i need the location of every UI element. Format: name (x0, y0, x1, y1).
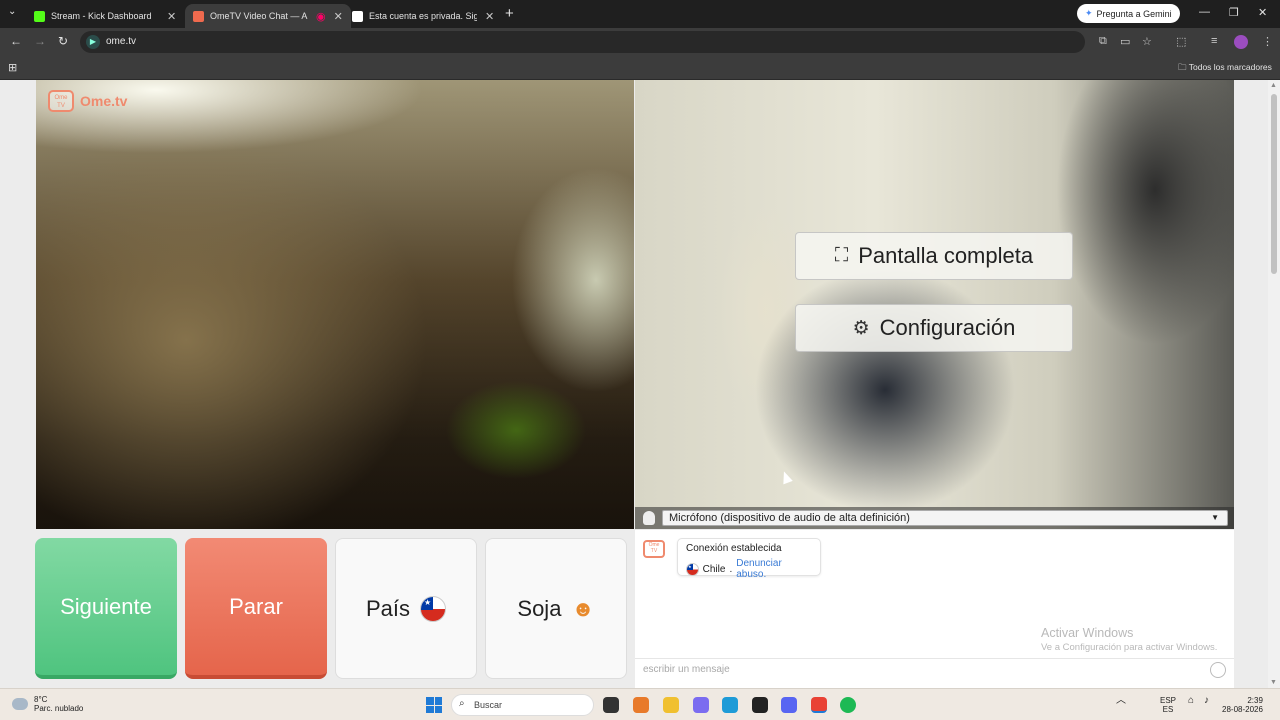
forward-icon[interactable]: → (34, 34, 46, 48)
tab-private-account[interactable]: Esta cuenta es privada. Sigue a ✕ (344, 4, 502, 28)
copilot-icon[interactable] (693, 697, 709, 713)
chevron-down-icon: ▼ (1211, 513, 1219, 522)
profile-avatar[interactable] (1234, 35, 1248, 49)
tab-title: OmeTV Video Chat — Alter (210, 11, 308, 21)
scroll-up-icon[interactable]: ▲ (1270, 82, 1277, 89)
ometv-chat-logo-icon: Ome TV (643, 540, 665, 558)
browser-toolbar: ← → ↻ ▶ ome.tv ⧉ ▭ ☆ ⬚ ≡ ⋮ (0, 28, 1280, 56)
taskbar-search[interactable]: ⌕ Buscar (451, 694, 594, 716)
scrollbar-thumb[interactable] (1271, 94, 1277, 274)
extensions-icon[interactable]: ⬚ (1176, 35, 1186, 48)
task-view-icon[interactable] (603, 697, 619, 713)
tab-title: Esta cuenta es privada. Sigue a (369, 11, 477, 21)
menu-kebab-icon[interactable]: ⋮ (1262, 35, 1273, 48)
spotify-icon[interactable] (840, 697, 856, 713)
scroll-down-icon[interactable]: ▼ (1270, 679, 1277, 686)
language-indicator[interactable]: ESP ES (1160, 696, 1176, 714)
address-bar[interactable]: ▶ ome.tv (80, 31, 1085, 53)
stranger-country: Chile (702, 563, 726, 575)
tab-kick-dashboard[interactable]: Stream - Kick Dashboard ✕ (26, 4, 184, 28)
bookmark-star-icon[interactable]: ☆ (1142, 35, 1152, 48)
windows-activation-watermark: Activar Windows Ve a Configuración para … (1041, 626, 1218, 653)
obs-icon[interactable] (752, 697, 768, 713)
next-button[interactable]: Siguiente (35, 538, 177, 679)
microphone-select[interactable]: Micrófono (dispositivo de audio de alta … (662, 510, 1228, 526)
recording-icon: ◉ (316, 10, 326, 23)
connection-status: Conexión establecida (686, 543, 782, 554)
windows-taskbar: 8°C Parc. nublado ⌕ Buscar ︿ ESP ES ⌂ ♪ … (0, 688, 1280, 720)
country-select-button[interactable]: País ★ (335, 538, 477, 679)
mouse-cursor-icon (779, 469, 793, 485)
chrome-icon[interactable] (811, 697, 827, 713)
gear-icon: ⚙ (852, 317, 870, 339)
chile-flag-icon: ★ (686, 562, 699, 576)
reading-list-icon[interactable]: ≡ (1211, 35, 1217, 47)
microphone-icon (643, 511, 655, 525)
chile-flag-icon: ★ (420, 595, 447, 622)
ometv-logo: Ome TV Ome.tv (48, 90, 127, 112)
edge-icon[interactable] (722, 697, 738, 713)
minimize-icon[interactable]: — (1199, 6, 1210, 18)
chat-message-input[interactable]: escribir un mensaje (635, 658, 1234, 682)
url-text: ome.tv (106, 36, 137, 47)
close-tab-icon[interactable]: ✕ (167, 10, 176, 23)
fullscreen-icon: ⛶ (834, 245, 849, 266)
emoji-icon[interactable] (1210, 662, 1226, 678)
tab-title: Stream - Kick Dashboard (51, 11, 152, 21)
close-window-icon[interactable]: ✕ (1258, 6, 1267, 19)
clock[interactable]: 2:39 28-08-2026 (1222, 696, 1263, 714)
gemini-icon: ✦ (1085, 8, 1093, 18)
apps-grid-icon[interactable]: ⊞ (8, 61, 17, 74)
gender-select-button[interactable]: Soja ☻ (485, 538, 627, 679)
browser-tab-strip: ⌄ Stream - Kick Dashboard ✕ OmeTV Video … (0, 0, 1280, 28)
all-bookmarks-button[interactable]: 🗀 Todos los marcadores (1178, 62, 1272, 76)
ask-gemini-button[interactable]: ✦ Pregunta a Gemini (1077, 4, 1180, 23)
female-face-icon: ☻ (571, 595, 595, 621)
file-explorer-icon[interactable] (663, 697, 679, 713)
ometv-favicon-icon (193, 10, 204, 22)
microphone-bar: Micrófono (dispositivo de audio de alta … (635, 507, 1234, 529)
chat-message: Conexión establecida ★ Chile . Denunciar… (677, 538, 821, 580)
kick-favicon-icon (34, 10, 45, 22)
close-tab-icon[interactable]: ✕ (334, 10, 343, 23)
page-scrollbar[interactable]: ▲ ▼ (1268, 80, 1280, 688)
fullscreen-button[interactable]: ⛶ Pantalla completa (795, 232, 1073, 280)
new-tab-icon[interactable]: + (505, 5, 514, 22)
site-info-icon[interactable]: ▶ (86, 35, 100, 49)
tv-logo-icon: Ome TV (48, 90, 74, 112)
maximize-icon[interactable]: ❐ (1229, 6, 1239, 19)
cast-icon[interactable]: ▭ (1120, 35, 1130, 48)
close-tab-icon[interactable]: ✕ (485, 10, 494, 23)
reload-icon[interactable]: ↻ (58, 34, 68, 48)
self-video: ⛶ Pantalla completa ⚙ Configuración Micr… (635, 80, 1234, 529)
tiktok-favicon-icon (352, 10, 363, 22)
network-icon[interactable]: ⌂ (1188, 696, 1194, 706)
windows-start-icon[interactable] (426, 697, 442, 713)
back-icon[interactable]: ← (10, 34, 22, 48)
logo-text: Ome.tv (80, 93, 128, 109)
report-abuse-link[interactable]: Denunciar abuso. (736, 558, 812, 580)
search-icon: ⌕ (459, 698, 465, 709)
chat-panel: Ome TV Conexión establecida ★ Chile . De… (635, 530, 1234, 688)
show-hidden-icons-icon[interactable]: ︿ (1116, 696, 1126, 706)
bookmarks-bar: ⊞ 🗀 Todos los marcadores (0, 56, 1280, 80)
ometv-page: Ome TV Ome.tv ⛶ Pantalla completa ⚙ Conf… (0, 80, 1268, 688)
app-icon[interactable] (633, 697, 649, 713)
tab-ometv[interactable]: OmeTV Video Chat — Alter ◉ ✕ (185, 4, 351, 28)
cloud-icon (12, 698, 28, 710)
discord-icon[interactable] (781, 697, 797, 713)
weather-widget[interactable]: 8°C Parc. nublado (12, 695, 83, 713)
stranger-video (36, 80, 634, 529)
volume-icon[interactable]: ♪ (1204, 696, 1209, 706)
translate-icon[interactable]: ⧉ (1099, 35, 1107, 48)
settings-button[interactable]: ⚙ Configuración (795, 304, 1073, 352)
folder-icon: 🗀 (1178, 62, 1187, 72)
stop-button[interactable]: Parar (185, 538, 327, 679)
tab-search-icon[interactable]: ⌄ (8, 6, 16, 17)
